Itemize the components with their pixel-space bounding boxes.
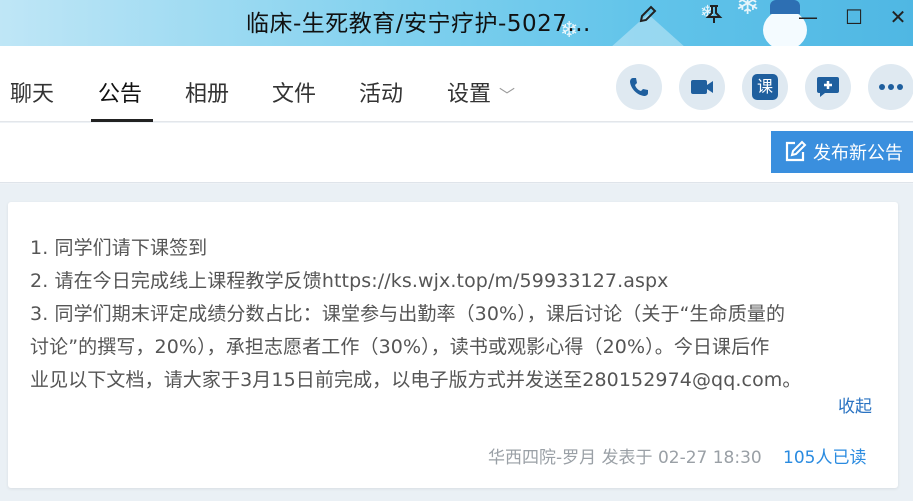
- announcement-line: 1. 同学们请下课签到: [30, 237, 208, 259]
- add-app-button[interactable]: [805, 64, 851, 110]
- tab-files[interactable]: 文件: [272, 76, 316, 108]
- class-button[interactable]: 课: [742, 64, 788, 110]
- phone-button[interactable]: [616, 64, 662, 110]
- window-title: 临床-生死教育/安宁疗护-5027...: [246, 11, 591, 37]
- snowflake-icon: ❄: [735, 0, 761, 22]
- tab-bar: 聊天 公告 相册 文件 活动 设置 ﹀ 课: [0, 46, 913, 122]
- read-count-link[interactable]: 105人已读: [783, 443, 866, 468]
- collapse-link[interactable]: 收起: [838, 392, 872, 417]
- minimize-button[interactable]: —: [794, 3, 822, 31]
- more-icon: [879, 84, 903, 90]
- add-app-icon: [817, 77, 839, 97]
- tab-settings-label: 设置: [447, 82, 492, 107]
- phone-icon: [630, 78, 648, 96]
- maximize-button[interactable]: ☐: [840, 3, 868, 31]
- announcement-toolbar: 发布新公告: [0, 123, 913, 183]
- announcement-line: 3. 同学们期末评定成绩分数占比：课堂参与出勤率（30%），课后讨论（关于“生命…: [30, 303, 786, 325]
- class-icon: 课: [752, 74, 778, 100]
- announcement-meta: 华西四院-罗月 发表于 02-27 18:30: [488, 448, 762, 468]
- video-button[interactable]: [679, 64, 725, 110]
- announcement-card: 1. 同学们请下课签到 2. 请在今日完成线上课程教学反馈https://ks.…: [8, 202, 898, 488]
- tab-announcement[interactable]: 公告: [98, 76, 142, 108]
- tab-album[interactable]: 相册: [185, 76, 229, 108]
- tab-chat[interactable]: 聊天: [10, 76, 54, 108]
- announcement-line: 业见以下文档，请大家于3月15日前完成，以电子版方式并发送至280152974@…: [30, 369, 802, 391]
- publish-announcement-button[interactable]: 发布新公告: [771, 131, 913, 173]
- pin-icon[interactable]: [700, 3, 728, 31]
- tab-settings[interactable]: 设置 ﹀: [447, 76, 515, 108]
- edit-icon: [785, 140, 807, 162]
- publish-label: 发布新公告: [813, 143, 903, 164]
- tab-activity[interactable]: 活动: [359, 76, 403, 108]
- announcement-list: 1. 同学们请下课签到 2. 请在今日完成线上课程教学反馈https://ks.…: [0, 184, 913, 501]
- close-button[interactable]: ✕: [884, 3, 912, 31]
- pencil-icon[interactable]: [634, 3, 662, 31]
- chevron-down-icon: ﹀: [499, 86, 516, 105]
- active-tab-indicator: [91, 119, 153, 122]
- video-icon: [691, 80, 713, 94]
- more-button[interactable]: [868, 64, 913, 110]
- announcement-line: 讨论”的撰写，20%），承担志愿者工作（30%），读书或观影心得（20%）。今日…: [30, 336, 770, 358]
- announcement-line: 2. 请在今日完成线上课程教学反馈https://ks.wjx.top/m/59…: [30, 270, 669, 292]
- title-bar: ❄ ❄ ❄ 临床-生死教育/安宁疗护-5027... — ☐ ✕: [0, 0, 913, 46]
